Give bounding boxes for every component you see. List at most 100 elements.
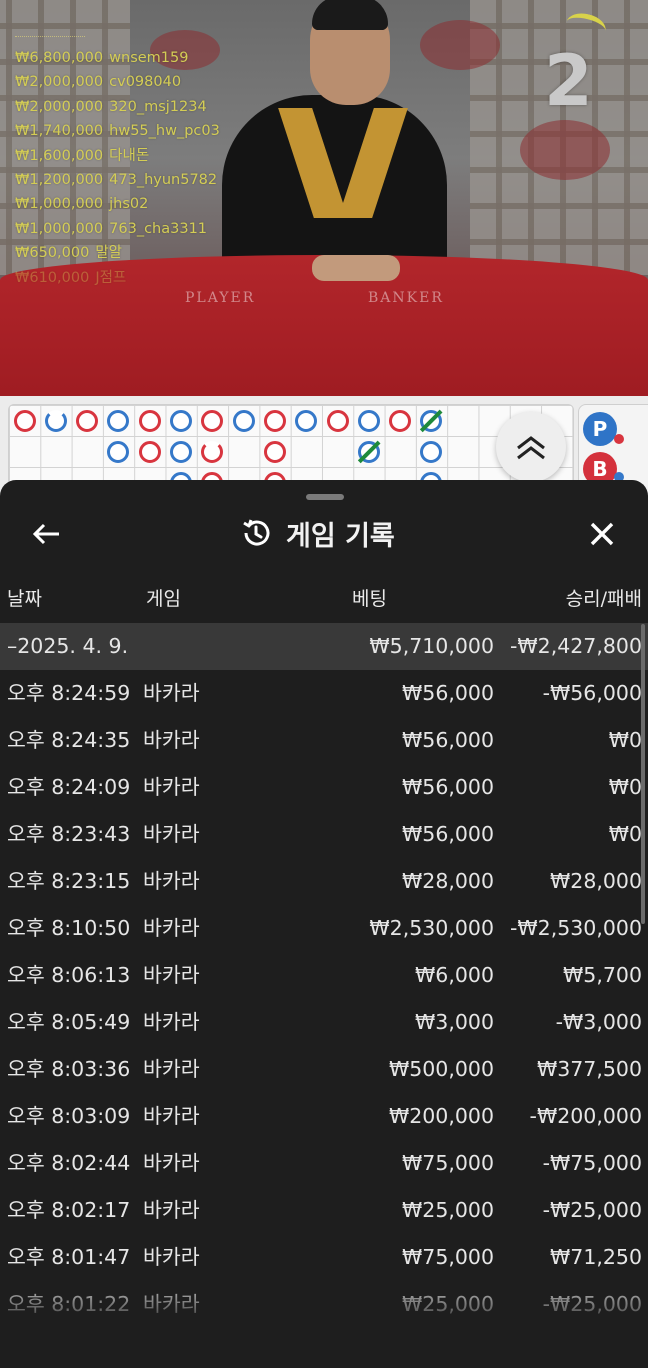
winner-amount: ₩6,800,000 (15, 50, 104, 66)
winner-entry: ₩1,000,000 jhs02 (15, 192, 220, 216)
banker-bead (13, 409, 36, 432)
player-bead (170, 409, 192, 432)
row-bet: ₩75,000 (402, 1245, 494, 1269)
close-icon (590, 522, 614, 546)
row-time: 오후 8:02:17 (7, 1198, 131, 1222)
winner-amount: ₩1,600,000 (15, 147, 104, 164)
row-result: ₩0 (608, 728, 642, 752)
row-time: 오후 8:24:09 (7, 775, 131, 799)
row-result: -₩25,000 (542, 1292, 642, 1316)
date-group-row[interactable]: –2025. 4. 9. ₩5,710,000 -₩2,427,800 (0, 623, 648, 670)
row-game: 바카라 (143, 1245, 200, 1269)
row-game: 바카라 (143, 1151, 200, 1175)
player-felt-label: PLAYER (185, 290, 256, 306)
row-bet: ₩56,000 (402, 728, 494, 752)
history-row[interactable]: 오후 8:24:59 바카라 ₩56,000 -₩56,000 (0, 670, 648, 717)
row-time: 오후 8:23:43 (7, 822, 131, 846)
player-bead (107, 409, 130, 432)
player-prediction-button[interactable]: P (583, 412, 617, 446)
history-row[interactable]: 오후 8:02:17 바카라 ₩25,000 -₩25,000 (0, 1187, 648, 1234)
row-game: 바카라 (143, 775, 200, 799)
row-game: 바카라 (143, 1104, 200, 1128)
history-row[interactable]: 오후 8:02:44 바카라 ₩75,000 -₩75,000 (0, 1140, 648, 1187)
history-row[interactable]: 오후 8:10:50 바카라 ₩2,530,000 -₩2,530,000 (0, 905, 648, 952)
double-chevron-up-icon (517, 436, 545, 460)
history-row[interactable]: 오후 8:24:35 바카라 ₩56,000 ₩0 (0, 717, 648, 764)
winner-entry: ₩6,800,000 wnsem159 (15, 46, 220, 70)
winner-amount: ₩2,000,000 (15, 98, 104, 115)
banker-bead (389, 409, 412, 432)
row-bet: ₩25,000 (402, 1292, 494, 1316)
banker-bead (263, 409, 286, 432)
row-game: 바카라 (143, 1198, 200, 1222)
winner-amount: ₩1,200,000 (15, 172, 104, 189)
row-game: 바카라 (143, 822, 200, 846)
winner-username: 말알 (95, 245, 122, 262)
row-result: ₩0 (608, 822, 642, 846)
column-header-game: 게임 (146, 588, 181, 610)
row-bet: ₩3,000 (415, 1010, 494, 1034)
row-game: 바카라 (143, 963, 200, 987)
row-time: 오후 8:24:59 (7, 681, 131, 705)
row-bet: ₩75,000 (402, 1151, 494, 1175)
row-bet: ₩25,000 (402, 1198, 494, 1222)
row-time: 오후 8:01:22 (7, 1292, 131, 1316)
dealer-hair (312, 0, 388, 30)
column-header-date: 날짜 (7, 588, 42, 610)
back-button[interactable] (26, 514, 66, 554)
date-group-bet-total: ₩5,710,000 (369, 634, 494, 658)
history-row[interactable]: 오후 8:01:22 바카라 ₩25,000 -₩25,000 (0, 1281, 648, 1328)
scrollbar[interactable] (641, 624, 645, 924)
row-bet: ₩56,000 (402, 681, 494, 705)
sheet-title: 게임 기록 (286, 520, 395, 552)
row-result: ₩377,500 (536, 1057, 642, 1081)
row-result: -₩25,000 (542, 1198, 642, 1222)
banker-bead (326, 409, 349, 432)
banker-felt-label: BANKER (368, 290, 444, 306)
close-button[interactable] (580, 512, 624, 556)
row-time: 오후 8:05:49 (7, 1010, 131, 1034)
winner-amount: ₩1,000,000 (15, 220, 104, 237)
history-row[interactable]: 오후 8:23:15 바카라 ₩28,000 ₩28,000 (0, 858, 648, 905)
history-row[interactable]: 오후 8:03:36 바카라 ₩500,000 ₩377,500 (0, 1046, 648, 1093)
row-bet: ₩500,000 (388, 1057, 494, 1081)
row-time: 오후 8:03:36 (7, 1057, 131, 1081)
winner-username: 다내돈 (109, 147, 150, 164)
history-row[interactable]: 오후 8:23:43 바카라 ₩56,000 ₩0 (0, 811, 648, 858)
history-icon (243, 519, 270, 546)
winner-entry: ₩610,000 J점프 (15, 266, 220, 290)
winner-amount: ₩610,000 (15, 269, 90, 286)
row-bet: ₩56,000 (402, 822, 494, 846)
sheet-drag-handle[interactable] (306, 494, 344, 500)
row-bet: ₩56,000 (402, 775, 494, 799)
history-row[interactable]: 오후 8:01:47 바카라 ₩75,000 ₩71,250 (0, 1234, 648, 1281)
player-bead (357, 409, 380, 432)
row-bet: ₩2,530,000 (369, 916, 494, 940)
expand-scoreboard-button[interactable] (496, 412, 566, 482)
winner-entry: ₩1,000,000 763_cha3311 (15, 217, 220, 241)
history-row[interactable]: 오후 8:06:13 바카라 ₩6,000 ₩5,700 (0, 952, 648, 999)
history-row[interactable]: 오후 8:03:09 바카라 ₩200,000 -₩200,000 (0, 1093, 648, 1140)
winner-entry: ₩1,740,000 hw55_hw_pc03 (15, 119, 220, 143)
row-game: 바카라 (143, 869, 200, 893)
winner-amount: ₩1,000,000 (15, 196, 104, 213)
blossom-decoration (520, 120, 610, 180)
row-game: 바카라 (143, 916, 200, 940)
row-time: 오후 8:02:44 (7, 1151, 131, 1175)
row-game: 바카라 (143, 1057, 200, 1081)
history-row[interactable]: 오후 8:05:49 바카라 ₩3,000 -₩3,000 (0, 999, 648, 1046)
row-bet: ₩6,000 (415, 963, 494, 987)
blossom-decoration (420, 20, 500, 70)
banker-bead (138, 440, 161, 463)
banker-letter: B (592, 457, 608, 481)
row-result: -₩200,000 (529, 1104, 642, 1128)
banker-bead (201, 409, 224, 432)
history-table[interactable]: –2025. 4. 9. ₩5,710,000 -₩2,427,800 오후 8… (0, 623, 648, 1368)
player-bead (295, 409, 318, 432)
winner-entry: ₩2,000,000 320_msj1234 (15, 95, 220, 119)
row-time: 오후 8:06:13 (7, 963, 131, 987)
live-video-stream: PLAYER BANKER 2 ₩6,800,000 wnsem159 ₩2,000… (0, 0, 648, 396)
red-dot-indicator (614, 434, 624, 444)
history-row[interactable]: 오후 8:24:09 바카라 ₩56,000 ₩0 (0, 764, 648, 811)
winner-entry: ₩650,000 말알 (15, 241, 220, 265)
